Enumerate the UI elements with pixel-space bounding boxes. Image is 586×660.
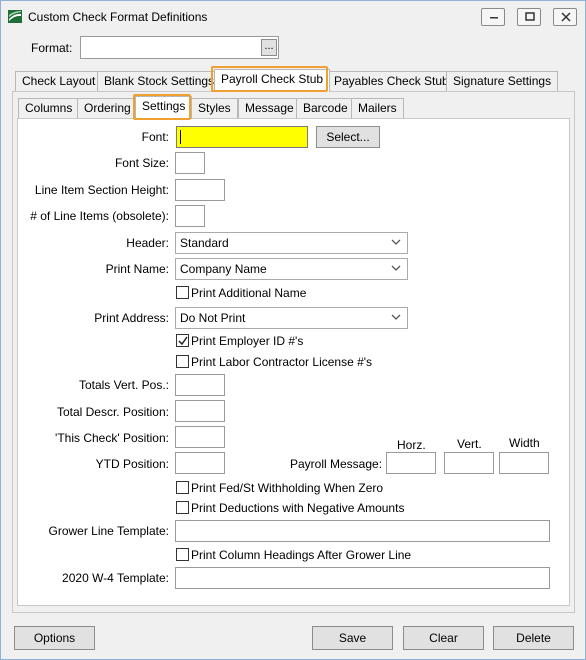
- tab-blank-stock-settings[interactable]: Blank Stock Settings: [97, 71, 222, 91]
- ytd-label: YTD Position:: [95, 457, 169, 471]
- clear-button[interactable]: Clear: [403, 626, 484, 650]
- line-items-label: # of Line Items (obsolete):: [30, 209, 169, 223]
- delete-button[interactable]: Delete: [493, 626, 574, 650]
- totals-vert-label: Totals Vert. Pos.:: [78, 378, 169, 392]
- font-select-button[interactable]: Select...: [316, 126, 380, 148]
- subtab-ordering[interactable]: Ordering: [77, 98, 138, 118]
- font-size-input[interactable]: [175, 152, 205, 174]
- chevron-down-icon: [391, 314, 401, 320]
- text-caret: [180, 130, 181, 144]
- subtab-message[interactable]: Message: [238, 98, 301, 118]
- tab-signature-settings[interactable]: Signature Settings: [446, 71, 559, 91]
- delete-button-label: Delete: [516, 631, 551, 645]
- subtab-columns[interactable]: Columns: [18, 98, 80, 118]
- subtab-barcode[interactable]: Barcode: [296, 98, 355, 118]
- format-label: Format:: [31, 41, 73, 55]
- save-button[interactable]: Save: [312, 626, 393, 650]
- tab-payables-check-stub[interactable]: Payables Check Stub: [327, 71, 456, 91]
- minimize-button[interactable]: [481, 8, 505, 26]
- width-header: Width: [509, 436, 540, 450]
- grower-line-template-label: Grower Line Template:: [48, 524, 169, 538]
- payroll-message-horz-input[interactable]: [386, 452, 436, 474]
- header-select[interactable]: Standard: [175, 232, 408, 254]
- font-label: Font:: [141, 130, 169, 144]
- maximize-icon: [525, 12, 535, 21]
- line-item-height-input[interactable]: [175, 179, 225, 201]
- font-size-label: Font Size:: [114, 156, 169, 170]
- print-fed-st-label: Print Fed/St Withholding When Zero: [191, 481, 384, 495]
- print-additional-name-label: Print Additional Name: [191, 286, 307, 300]
- print-column-headings-checkbox[interactable]: [176, 548, 189, 561]
- close-button[interactable]: [553, 8, 577, 26]
- tab-payroll-check-stub[interactable]: Payroll Check Stub: [214, 69, 331, 92]
- print-address-label: Print Address:: [94, 311, 169, 325]
- total-descr-label: Total Descr. Position:: [56, 405, 169, 419]
- tab-check-layout[interactable]: Check Layout: [15, 71, 103, 91]
- checkmark-icon: [178, 336, 188, 346]
- window: Custom Check Format Definitions Format: …: [0, 0, 586, 660]
- title-bar: Custom Check Format Definitions: [1, 1, 585, 33]
- subtab-settings[interactable]: Settings: [135, 96, 193, 119]
- total-descr-input[interactable]: [175, 400, 225, 422]
- print-labor-contractor-checkbox[interactable]: [176, 355, 189, 368]
- vert-header: Vert.: [457, 437, 482, 451]
- print-deductions-negative-checkbox[interactable]: [176, 501, 189, 514]
- print-deductions-negative-label: Print Deductions with Negative Amounts: [191, 501, 405, 515]
- subtab-mailers[interactable]: Mailers: [351, 98, 404, 118]
- maximize-button[interactable]: [517, 8, 541, 26]
- options-button[interactable]: Options: [14, 626, 95, 650]
- print-labor-contractor-label: Print Labor Contractor License #'s: [191, 355, 373, 369]
- line-items-input[interactable]: [175, 205, 205, 227]
- ytd-input[interactable]: [175, 452, 225, 474]
- subtab-styles[interactable]: Styles: [191, 98, 238, 118]
- print-employer-id-label: Print Employer ID #'s: [191, 334, 304, 348]
- options-button-label: Options: [33, 631, 76, 645]
- horz-header: Horz.: [397, 438, 426, 452]
- print-name-label: Print Name:: [105, 262, 169, 276]
- payroll-message-width-input[interactable]: [499, 452, 549, 474]
- print-additional-name-checkbox[interactable]: [176, 286, 189, 299]
- chevron-down-icon: [391, 265, 401, 271]
- minimize-icon: [490, 17, 498, 19]
- print-fed-st-checkbox[interactable]: [176, 481, 189, 494]
- this-check-input[interactable]: [175, 426, 225, 448]
- w4-template-label: 2020 W-4 Template:: [62, 571, 169, 585]
- close-icon: [561, 12, 571, 22]
- header-label: Header:: [126, 236, 169, 250]
- window-title: Custom Check Format Definitions: [28, 10, 208, 24]
- font-input[interactable]: [176, 126, 308, 148]
- grower-line-template-input[interactable]: [175, 520, 550, 542]
- print-name-select-value: Company Name: [180, 262, 267, 276]
- print-address-select[interactable]: Do Not Print: [175, 307, 408, 329]
- totals-vert-input[interactable]: [175, 374, 225, 396]
- print-column-headings-label: Print Column Headings After Grower Line: [191, 548, 412, 562]
- app-logo-icon: [8, 10, 22, 23]
- format-field[interactable]: ...: [80, 36, 279, 59]
- chevron-down-icon: [391, 239, 401, 245]
- line-item-height-label: Line Item Section Height:: [34, 183, 169, 197]
- this-check-label: 'This Check' Position:: [55, 431, 169, 445]
- print-name-select[interactable]: Company Name: [175, 258, 408, 280]
- print-employer-id-checkbox[interactable]: [176, 334, 189, 347]
- print-address-select-value: Do Not Print: [180, 311, 246, 325]
- clear-button-label: Clear: [429, 631, 458, 645]
- payroll-message-label: Payroll Message:: [290, 457, 383, 471]
- format-browse-button[interactable]: ...: [261, 39, 277, 56]
- payroll-message-vert-input[interactable]: [444, 452, 494, 474]
- header-select-value: Standard: [180, 236, 229, 250]
- w4-template-input[interactable]: [175, 567, 550, 589]
- save-button-label: Save: [338, 631, 367, 645]
